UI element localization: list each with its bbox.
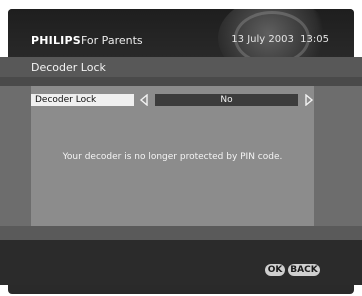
status-message: Your decoder is no longer protected by P… bbox=[62, 152, 283, 162]
date: 13 July 2003 bbox=[231, 34, 294, 45]
ok-button[interactable]: OK bbox=[265, 264, 285, 276]
section-title: For Parents bbox=[81, 34, 143, 47]
brand-logo: PHILIPS bbox=[31, 34, 81, 47]
divider-strip bbox=[0, 77, 362, 86]
time: 13:05 bbox=[300, 34, 329, 45]
decoder-lock-value[interactable]: No bbox=[155, 94, 298, 106]
page-title: Decoder Lock bbox=[31, 61, 106, 74]
date-time: 13 July 2003 13:05 bbox=[231, 34, 329, 45]
decoder-lock-label[interactable]: Decoder Lock bbox=[31, 94, 134, 106]
right-arrow-icon[interactable] bbox=[304, 93, 314, 107]
lower-divider bbox=[0, 226, 362, 240]
footer-bar bbox=[0, 240, 362, 285]
back-button[interactable]: BACK bbox=[288, 264, 320, 276]
left-arrow-icon[interactable] bbox=[139, 93, 149, 107]
